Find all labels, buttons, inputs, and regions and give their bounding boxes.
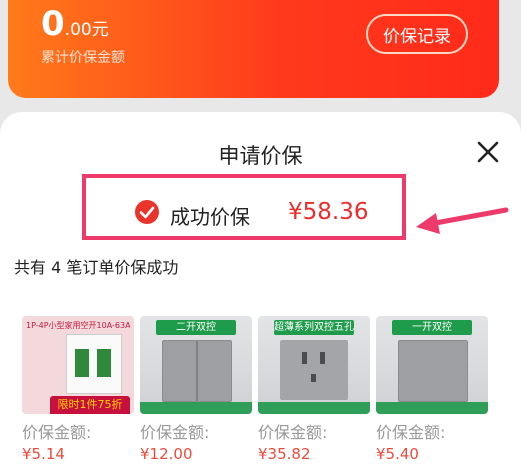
socket-graphic	[280, 340, 348, 400]
price-protection-amount: ¥35.82	[258, 445, 311, 463]
product-image: 超薄系列双控五孔	[258, 316, 370, 414]
product-image: 二开双控	[140, 316, 252, 414]
price-protection-amount: ¥5.40	[376, 445, 419, 463]
order-card[interactable]: 超薄系列双控五孔 价保金额: ¥35.82	[258, 316, 370, 463]
switch-panel-graphic	[398, 340, 468, 402]
order-card[interactable]: 1P-4P小型家用空开10A-63A 限时1件75折 价保金额: ¥5.14	[22, 316, 134, 463]
product-image: 1P-4P小型家用空开10A-63A 限时1件75折	[22, 316, 134, 414]
product-image-caption: 1P-4P小型家用空开10A-63A	[26, 321, 130, 330]
breaker-graphic	[66, 334, 122, 394]
price-protection-label: 价保金额:	[376, 423, 446, 442]
sheet-title: 申请价保	[218, 144, 303, 168]
cumulative-label: 累计价保金额	[41, 50, 125, 66]
order-card[interactable]: 二开双控 价保金额: ¥12.00	[140, 316, 252, 463]
check-circle-icon	[135, 200, 159, 224]
order-card[interactable]: 一开双控 价保金额: ¥5.40	[376, 316, 488, 463]
product-image: 一开双控	[376, 316, 488, 414]
close-icon[interactable]	[474, 138, 502, 166]
price-protection-label: 价保金额:	[258, 423, 328, 442]
arrow-left-icon	[416, 207, 509, 234]
success-text: 成功价保	[170, 205, 250, 229]
price-protection-amount: ¥12.00	[140, 445, 193, 463]
product-image-caption: 二开双控	[156, 320, 236, 335]
price-protection-label: 价保金额:	[22, 423, 92, 442]
product-image-caption: 一开双控	[392, 320, 472, 335]
price-protection-label: 价保金额:	[140, 423, 210, 442]
success-summary: 共有 4 笔订单价保成功	[14, 258, 179, 277]
amount-fraction: .00元	[64, 20, 109, 40]
product-image-caption: 超薄系列双控五孔	[274, 320, 354, 335]
total-amount: 0.00元	[41, 4, 109, 44]
success-amount: ¥58.36	[288, 199, 369, 225]
promo-badge: 限时1件75折	[50, 396, 130, 414]
price-protection-amount: ¥5.14	[22, 445, 65, 463]
switch-panel-graphic	[162, 340, 232, 402]
amount-integer: 0	[41, 4, 65, 44]
price-record-button[interactable]: 价保记录	[366, 14, 468, 54]
